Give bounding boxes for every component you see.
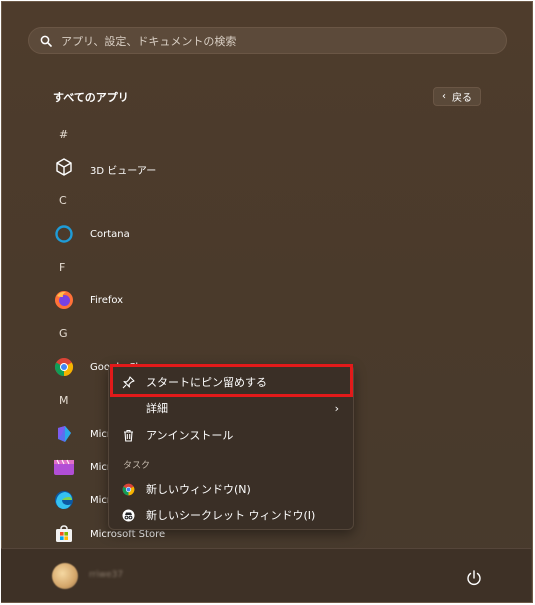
letter-header[interactable]: C: [59, 194, 67, 207]
search-placeholder: アプリ、設定、ドキュメントの検索: [61, 34, 237, 48]
incognito-icon: [121, 508, 135, 522]
letter-header[interactable]: F: [59, 261, 65, 274]
app-name[interactable]: Microsoft Store: [90, 529, 165, 540]
back-button[interactable]: ‹ 戻る: [433, 87, 481, 106]
search-box[interactable]: アプリ、設定、ドキュメントの検索: [28, 27, 507, 54]
new-window-label: 新しいウィンドウ(N): [146, 483, 251, 496]
cube-icon[interactable]: [53, 156, 75, 178]
new-window-item[interactable]: 新しいウィンドウ(N): [109, 476, 353, 502]
store-icon[interactable]: [53, 523, 75, 545]
chevron-right-icon: ›: [334, 401, 339, 415]
details-label: 詳細: [146, 402, 168, 415]
chrome-icon: [121, 482, 135, 496]
new-incognito-label: 新しいシークレット ウィンドウ(I): [146, 509, 316, 522]
back-label: 戻る: [452, 93, 472, 104]
app-name[interactable]: 3D ビューアー: [90, 162, 156, 177]
edge-icon[interactable]: [53, 489, 75, 511]
task-header: タスク: [123, 461, 151, 471]
letter-header[interactable]: M: [59, 394, 69, 407]
power-icon[interactable]: [465, 569, 483, 587]
firefox-icon[interactable]: [53, 289, 75, 311]
uninstall-label: アンインストール: [146, 429, 234, 442]
uninstall-item[interactable]: アンインストール: [109, 422, 353, 448]
highlight-box: [110, 364, 353, 397]
app-name[interactable]: Firefox: [90, 295, 123, 306]
letter-header[interactable]: G: [59, 327, 68, 340]
new-incognito-item[interactable]: 新しいシークレット ウィンドウ(I): [109, 502, 353, 528]
user-name[interactable]: rriwe37: [89, 570, 123, 580]
search-icon: [39, 34, 53, 48]
chevron-left-icon: ‹: [442, 91, 446, 102]
app-name[interactable]: Cortana: [90, 229, 130, 240]
avatar[interactable]: [52, 563, 78, 589]
cortana-icon[interactable]: [53, 223, 75, 245]
chrome-icon[interactable]: [53, 356, 75, 378]
letter-header[interactable]: #: [59, 128, 68, 141]
trash-icon: [121, 428, 135, 442]
user-bar: [1, 548, 531, 602]
details-item[interactable]: 詳細 ›: [109, 395, 353, 421]
video-editor-icon[interactable]: [53, 456, 75, 478]
all-apps-title: すべてのアプリ: [53, 91, 129, 104]
clipchamp-icon[interactable]: [53, 423, 75, 445]
